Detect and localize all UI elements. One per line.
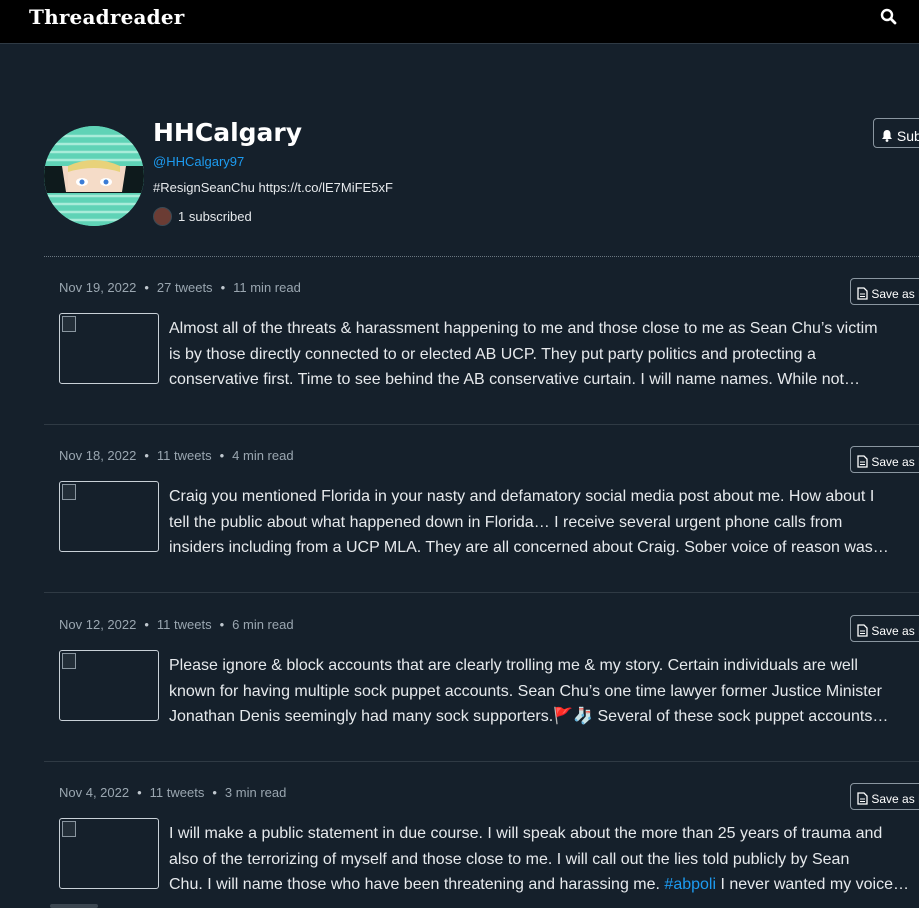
thread-date: Nov 12, 2022 bbox=[59, 617, 137, 632]
subscriber-count-label: 1 subscribed bbox=[178, 209, 252, 224]
profile-avatar[interactable] bbox=[44, 126, 144, 226]
excerpt-text: Chu. I will name those who have been thr… bbox=[169, 876, 660, 893]
excerpt-text: I never wanted my voice… bbox=[716, 876, 909, 893]
save-as-pdf-label: Save as PDF bbox=[871, 455, 919, 469]
excerpt-line: Almost all of the threats & harassment h… bbox=[169, 320, 878, 337]
thread-excerpt[interactable]: I will make a public statement in due co… bbox=[169, 821, 919, 899]
bell-icon bbox=[882, 129, 892, 142]
thread-meta: Nov 4, 2022 • 11 tweets • 3 min read bbox=[59, 785, 287, 800]
horizontal-scrollbar[interactable] bbox=[50, 904, 98, 908]
broken-image-icon bbox=[62, 821, 76, 837]
save-as-pdf-label: Save as PDF bbox=[871, 792, 919, 806]
thread-thumbnail[interactable] bbox=[59, 650, 159, 721]
brand-logo[interactable]: Threadreader bbox=[29, 5, 185, 29]
save-as-pdf-button[interactable]: Save as PDF bbox=[850, 278, 919, 305]
thread-card: Nov 19, 2022 • 27 tweets • 11 min read Save … bbox=[44, 257, 919, 425]
thread-excerpt[interactable]: Please ignore & block accounts that are … bbox=[169, 653, 919, 731]
thread-date: Nov 18, 2022 bbox=[59, 448, 137, 463]
thread-card: Nov 12, 2022 • 11 tweets • 6 min read Save a… bbox=[44, 594, 919, 762]
excerpt-line: I will make a public statement in due co… bbox=[169, 825, 883, 842]
thread-read-time: 6 min read bbox=[232, 617, 294, 632]
excerpt-line: Jonathan Denis seemingly had many sock s… bbox=[169, 704, 919, 730]
save-as-pdf-label: Save as PDF bbox=[871, 624, 919, 638]
subscribe-button[interactable]: Subscribe bbox=[873, 118, 919, 148]
excerpt-line: tell the public about what happened down… bbox=[169, 513, 843, 531]
save-as-pdf-button[interactable]: Save as PDF bbox=[850, 783, 919, 810]
thread-read-time: 3 min read bbox=[224, 785, 287, 800]
subscriber-avatar bbox=[153, 207, 172, 226]
hashtag-link[interactable]: #abpoli bbox=[664, 876, 716, 893]
thread-excerpt[interactable]: Craig you mentioned Florida in your nast… bbox=[169, 484, 919, 562]
thread-thumbnail[interactable] bbox=[59, 481, 159, 552]
profile-handle-link[interactable]: @HHCalgary97 bbox=[153, 154, 244, 169]
excerpt-line: is by those directly connected to or ele… bbox=[169, 345, 816, 363]
top-navbar: Threadreader bbox=[0, 0, 919, 44]
profile-bio: #ResignSeanChu https://t.co/lE7MiFE5xF bbox=[153, 180, 393, 195]
excerpt-line: Chu. I will name those who have been thr… bbox=[169, 872, 919, 898]
save-as-pdf-button[interactable]: Save as PDF bbox=[850, 615, 919, 642]
excerpt-text: Several of these sock puppet accounts… bbox=[593, 708, 889, 725]
document-icon bbox=[857, 624, 868, 637]
thread-date: Nov 19, 2022 bbox=[59, 280, 137, 295]
thread-date: Nov 4, 2022 bbox=[59, 785, 130, 800]
subscribe-label: Subscribe bbox=[896, 127, 919, 144]
thread-tweet-count: 11 tweets bbox=[149, 785, 205, 800]
subscriber-count[interactable]: 1 subscribed bbox=[153, 207, 252, 226]
broken-image-icon bbox=[62, 653, 76, 669]
excerpt-line: Craig you mentioned Florida in your nast… bbox=[169, 488, 875, 505]
thread-thumbnail[interactable] bbox=[59, 818, 159, 889]
sock-emoji: 🧦 bbox=[573, 708, 594, 725]
thread-excerpt[interactable]: Almost all of the threats & harassment h… bbox=[169, 316, 919, 394]
profile-name: HHCalgary bbox=[153, 118, 303, 147]
profile-header: HHCalgary @HHCalgary97 #ResignSeanChu ht… bbox=[44, 118, 919, 258]
save-as-pdf-label: Save as PDF bbox=[871, 287, 919, 301]
broken-image-icon bbox=[62, 484, 76, 500]
thread-meta: Nov 18, 2022 • 11 tweets • 4 min read bbox=[59, 448, 294, 463]
thread-tweet-count: 11 tweets bbox=[156, 448, 212, 463]
excerpt-line: also of the terrorizing of myself and th… bbox=[169, 850, 850, 868]
broken-image-icon bbox=[62, 316, 76, 332]
thread-tweet-count: 11 tweets bbox=[156, 617, 212, 632]
search-button[interactable] bbox=[879, 7, 899, 27]
thread-card: Nov 4, 2022 • 11 tweets • 3 min read Save as… bbox=[44, 762, 919, 908]
excerpt-line: conservative first. Time to see behind t… bbox=[169, 371, 860, 388]
thread-card: Nov 18, 2022 • 11 tweets • 4 min read Save a… bbox=[44, 425, 919, 593]
thread-tweet-count: 27 tweets bbox=[156, 280, 213, 295]
excerpt-line: Please ignore & block accounts that are … bbox=[169, 657, 858, 674]
thread-meta: Nov 19, 2022 • 27 tweets • 11 min read bbox=[59, 280, 301, 295]
thread-read-time: 11 min read bbox=[233, 280, 301, 295]
excerpt-line: known for having multiple sock puppet ac… bbox=[169, 682, 882, 700]
document-icon bbox=[857, 287, 868, 300]
thread-meta: Nov 12, 2022 • 11 tweets • 6 min read bbox=[59, 617, 294, 632]
save-as-pdf-button[interactable]: Save as PDF bbox=[850, 446, 919, 473]
search-icon bbox=[880, 8, 897, 25]
excerpt-line: insiders including from a UCP MLA. They … bbox=[169, 539, 889, 556]
document-icon bbox=[857, 792, 868, 805]
document-icon bbox=[857, 455, 868, 468]
red-flag-emoji: 🚩 bbox=[553, 708, 574, 725]
excerpt-text: Jonathan Denis seemingly had many sock s… bbox=[169, 708, 554, 725]
thread-thumbnail[interactable] bbox=[59, 313, 159, 384]
thread-read-time: 4 min read bbox=[232, 448, 294, 463]
